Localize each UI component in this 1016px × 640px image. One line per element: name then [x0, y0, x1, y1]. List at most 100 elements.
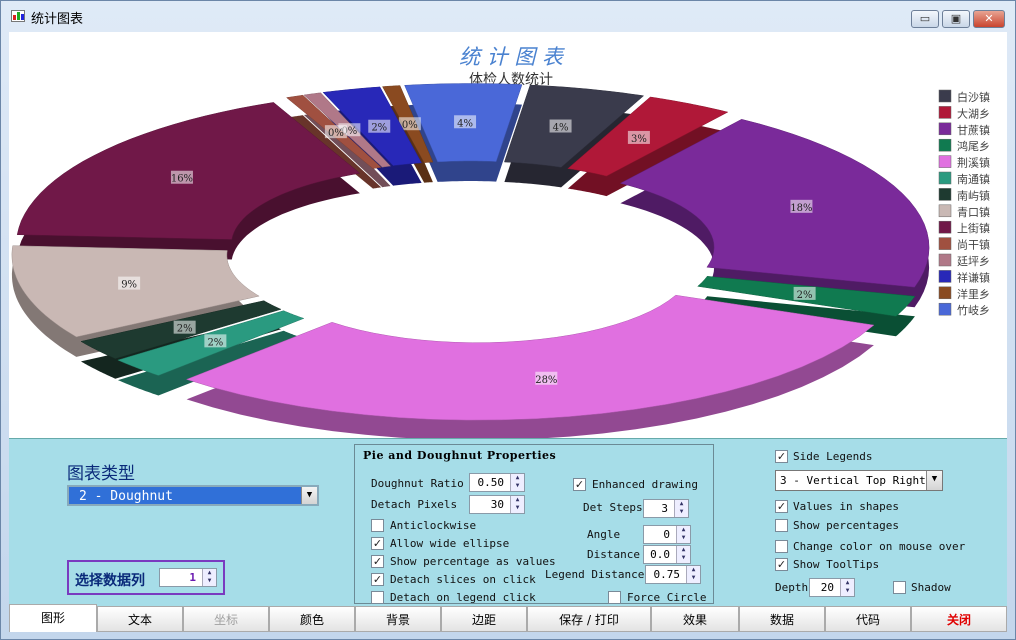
- det-steps-spinner[interactable]: 3 ▲ ▼: [643, 499, 689, 518]
- pie-properties-group: Pie and Doughnut Properties Doughnut Rat…: [354, 444, 714, 604]
- tab-data[interactable]: 数据: [739, 606, 825, 632]
- tab-save-print[interactable]: 保存 / 打印: [527, 606, 651, 632]
- angle-spinner[interactable]: 0 ▲ ▼: [643, 525, 691, 544]
- legend-swatch: [938, 122, 952, 136]
- tab-graph[interactable]: 图形: [9, 604, 97, 632]
- legend-label: 洋里乡: [957, 287, 990, 301]
- tab-code[interactable]: 代码: [825, 606, 911, 632]
- detach-pixels-spinner[interactable]: 30 ▲ ▼: [469, 495, 525, 514]
- legend-swatch: [938, 220, 952, 234]
- legend-label: 祥谦镇: [957, 270, 990, 284]
- legend-label: 甘蔗镇: [957, 123, 990, 137]
- chart-type-value: 2 - Doughnut: [79, 489, 173, 504]
- tab-close[interactable]: 关闭: [911, 606, 1007, 632]
- allow-wide-ellipse-checkbox[interactable]: ✓: [371, 537, 384, 550]
- legend-swatch: [938, 237, 952, 250]
- doughnut-chart: 统 计 图 表体检人数统计4%0% 4%2%0%0%3%16%18%9%2%2%2…: [11, 45, 990, 438]
- spinner-arrows-icon[interactable]: ▲ ▼: [510, 496, 524, 513]
- legend-swatch: [938, 106, 952, 119]
- force-circle-checkbox[interactable]: [608, 591, 621, 604]
- legend-distance-spinner[interactable]: 0.75 ▲ ▼: [645, 565, 701, 584]
- detach-click-checkbox[interactable]: ✓: [371, 573, 384, 586]
- detach-pixels-label: Detach Pixels: [371, 498, 458, 511]
- tab-axes[interactable]: 坐标: [183, 606, 269, 632]
- legend-position-value: 3 - Vertical Top Right: [780, 474, 926, 487]
- det-steps-label: Det Steps: [583, 501, 643, 514]
- show-percentages-checkbox[interactable]: [775, 519, 788, 532]
- slice-label: 4%: [457, 118, 473, 129]
- show-percentages-label: Show percentages: [793, 519, 899, 532]
- legend-label: 竹岐乡: [957, 303, 990, 317]
- slice-label: 4%: [553, 123, 569, 134]
- tab-text[interactable]: 文本: [97, 606, 183, 632]
- slice-label: 2%: [207, 337, 223, 348]
- enhanced-drawing-checkbox[interactable]: ✓: [573, 478, 586, 491]
- legend-swatch: [938, 155, 952, 168]
- legend-label: 白沙镇: [957, 90, 990, 104]
- values-in-shapes-label: Values in shapes: [793, 500, 899, 513]
- doughnut-ratio-label: Doughnut Ratio: [371, 477, 464, 490]
- distance-value: 0.0: [650, 548, 670, 561]
- slice-label: 0%: [328, 128, 344, 139]
- legend-label: 廷坪乡: [957, 255, 990, 268]
- show-tooltips-checkbox[interactable]: ✓: [775, 558, 788, 571]
- shadow-checkbox[interactable]: [893, 581, 906, 594]
- close-window-button[interactable]: ✕: [973, 10, 1005, 28]
- chart-type-label: 图表类型: [67, 464, 135, 484]
- depth-spinner[interactable]: 20 ▲ ▼: [809, 578, 855, 597]
- detach-click-label: Detach slices on click: [390, 573, 536, 586]
- anticlockwise-checkbox[interactable]: [371, 519, 384, 532]
- spinner-arrows-icon[interactable]: ▲ ▼: [674, 500, 688, 517]
- spinner-arrows-icon[interactable]: ▲ ▼: [840, 579, 854, 596]
- values-in-shapes-checkbox[interactable]: ✓: [775, 500, 788, 513]
- chart-type-select[interactable]: 2 - Doughnut ▼: [67, 485, 319, 506]
- spinner-arrows-icon[interactable]: ▲ ▼: [676, 546, 690, 563]
- legend-label: 荆溪镇: [957, 156, 990, 170]
- settings-panel: 图表类型 2 - Doughnut ▼ 选择数据列 1 ▲ ▼ Pie and D…: [9, 438, 1007, 606]
- legend-label: 南通镇: [957, 172, 990, 186]
- legend-swatch: [938, 138, 952, 152]
- show-tooltips-label: Show ToolTips: [793, 558, 880, 571]
- slice-label: 16%: [171, 174, 193, 185]
- app-window: 统计图表 ▭ ▣ ✕ 统 计 图 表体检人数统计 4% 0% 4% 2% 0% 0% 3% 16…: [0, 0, 1016, 640]
- legend-swatch: [938, 171, 952, 185]
- tab-effects[interactable]: 效果: [651, 606, 739, 632]
- spinner-arrows-icon[interactable]: ▲ ▼: [676, 526, 690, 543]
- anticlockwise-label: Anticlockwise: [390, 519, 477, 532]
- chart-app-icon: [11, 10, 25, 22]
- change-color-checkbox[interactable]: [775, 540, 788, 553]
- chevron-down-icon[interactable]: ▼: [926, 471, 942, 490]
- slice-label: 2%: [797, 290, 813, 301]
- force-circle-label: Force Circle: [627, 591, 707, 604]
- legend-swatch: [938, 270, 952, 283]
- chevron-down-icon[interactable]: ▼: [301, 487, 317, 504]
- slice-label: 18%: [790, 203, 812, 214]
- tab-colors[interactable]: 颜色: [269, 606, 355, 632]
- spinner-arrows-icon[interactable]: ▲ ▼: [510, 474, 524, 491]
- distance-spinner[interactable]: 0.0 ▲ ▼: [643, 545, 691, 564]
- series-value: 1: [189, 571, 196, 584]
- tab-margins[interactable]: 边距: [441, 606, 527, 632]
- legend-swatch: [938, 89, 952, 103]
- window-title: 统计图表: [31, 12, 84, 27]
- minimize-button[interactable]: ▭: [911, 10, 939, 28]
- angle-label: Angle: [587, 528, 621, 541]
- depth-value: 20: [820, 581, 834, 594]
- side-legends-label: Side Legends: [793, 450, 873, 463]
- legend-label: 尚干镇: [957, 238, 990, 252]
- spinner-arrows-icon[interactable]: ▲ ▼: [686, 566, 700, 583]
- doughnut-ratio-spinner[interactable]: 0.50 ▲ ▼: [469, 473, 525, 492]
- spinner-arrows-icon[interactable]: ▲ ▼: [202, 569, 216, 586]
- series-spinner[interactable]: 1 ▲ ▼: [159, 568, 217, 587]
- chart-title: 统 计 图 表: [459, 45, 565, 69]
- detach-legend-label: Detach on legend click: [390, 591, 536, 604]
- slice-label: 2%: [177, 324, 193, 335]
- detach-legend-checkbox[interactable]: [371, 591, 384, 604]
- side-legends-checkbox[interactable]: ✓: [775, 450, 788, 463]
- tab-background[interactable]: 背景: [355, 606, 441, 632]
- maximize-button[interactable]: ▣: [942, 10, 970, 28]
- series-selector: 选择数据列 1 ▲ ▼: [67, 560, 225, 595]
- allow-wide-ellipse-label: Allow wide ellipse: [390, 537, 510, 550]
- show-pct-values-checkbox[interactable]: ✓: [371, 555, 384, 568]
- legend-position-select[interactable]: 3 - Vertical Top Right ▼: [775, 470, 943, 491]
